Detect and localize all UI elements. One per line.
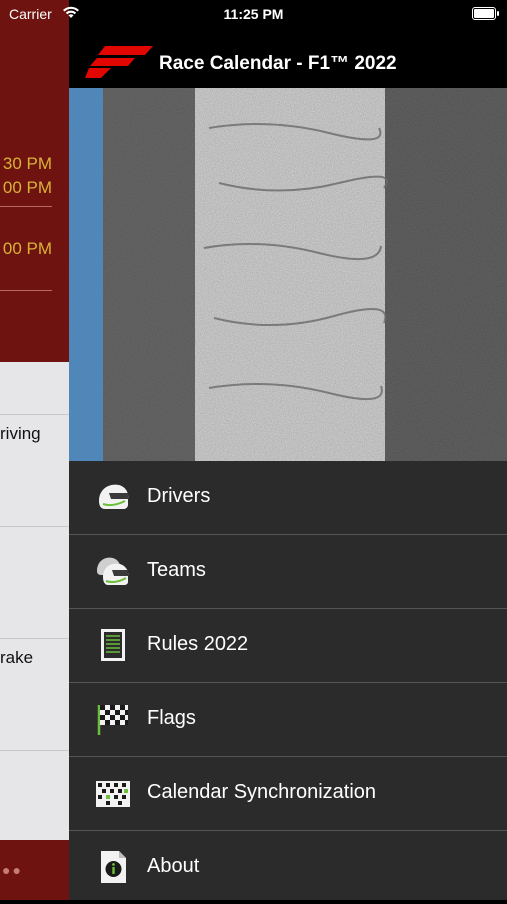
divider	[0, 750, 69, 751]
menu-item-label: Calendar Synchronization	[147, 781, 377, 803]
menu-item-label: Teams	[147, 559, 206, 581]
divider	[0, 290, 52, 291]
underlying-header-panel: 30 PM 00 PM 00 PM	[0, 0, 69, 362]
calendar-icon	[96, 781, 130, 807]
menu-header: Race Calendar - F1™ 2022	[69, 28, 507, 88]
more-dots-icon: ●●	[2, 862, 23, 878]
status-bar: Carrier 11:25 PM	[0, 0, 507, 28]
track-kerb-image	[69, 88, 507, 461]
app-title: Race Calendar - F1™ 2022	[159, 53, 397, 74]
menu-item-flags[interactable]: Flags	[69, 683, 507, 757]
menu-item-drivers[interactable]: Drivers	[69, 461, 507, 535]
underlying-screen: 30 PM 00 PM 00 PM riving rake ●●	[0, 0, 69, 900]
underlying-time: 00 PM	[2, 178, 52, 197]
underlying-text: riving	[0, 424, 41, 443]
menu-item-label: About	[147, 855, 200, 877]
info-document-icon	[101, 851, 126, 883]
two-helmets-icon	[97, 557, 129, 585]
menu-item-teams[interactable]: Teams	[69, 535, 507, 609]
menu-item-label: Drivers	[147, 485, 211, 507]
f1-logo-icon	[85, 46, 153, 78]
status-time: 11:25 PM	[223, 6, 284, 22]
battery-icon	[472, 7, 499, 20]
divider	[0, 638, 69, 639]
underlying-time: 30 PM	[2, 154, 52, 173]
underlying-list: riving rake	[0, 362, 69, 840]
menu-item-label: Flags	[147, 707, 196, 729]
side-menu: Race Calendar - F1™ 2022 Drivers Teams R…	[69, 28, 507, 900]
divider	[0, 526, 69, 527]
menu-item-label: Rules 2022	[147, 633, 249, 655]
underlying-tabbar: ●●	[0, 840, 69, 900]
divider	[0, 414, 69, 415]
underlying-text: rake	[0, 648, 34, 667]
menu-list: Drivers Teams Rules 2022 Flags Calendar …	[69, 461, 507, 904]
menu-item-rules[interactable]: Rules 2022	[69, 609, 507, 683]
helmet-icon	[99, 484, 129, 509]
underlying-time: 00 PM	[2, 239, 52, 258]
checkered-flag-icon	[97, 705, 128, 735]
menu-item-calendar-sync[interactable]: Calendar Synchronization	[69, 757, 507, 831]
rulebook-icon	[101, 629, 125, 661]
menu-item-about[interactable]: About	[69, 831, 507, 904]
divider	[0, 206, 52, 207]
